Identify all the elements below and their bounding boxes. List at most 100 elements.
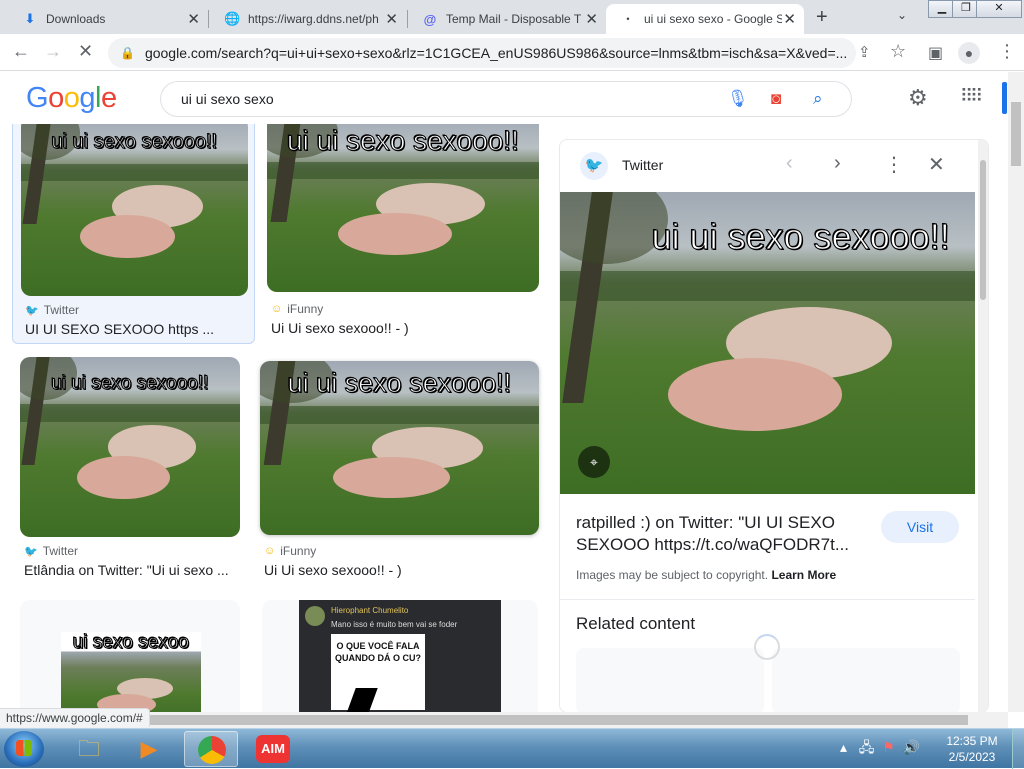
bookmark-star-icon[interactable]: ☆ bbox=[890, 41, 906, 62]
result-caption[interactable]: Ui Ui sexo sexooo!! - ) bbox=[271, 320, 536, 336]
panel-header: 🐦 Twitter ‹ › ⋮ ✕ bbox=[560, 140, 988, 192]
preview-image[interactable]: ui ui sexo sexooo!! ⌖ bbox=[560, 192, 975, 494]
result-caption[interactable]: Etlândia on Twitter: "Ui ui sexo ... bbox=[24, 562, 239, 578]
post-author: Hierophant Chumelito bbox=[331, 606, 409, 615]
media-player-icon: ▶ bbox=[140, 736, 158, 761]
meme-caption: ui ui sexo sexooo!! bbox=[287, 367, 512, 398]
new-tab-button[interactable]: + bbox=[816, 6, 828, 29]
meme-caption: ui ui sexo sexooo!! bbox=[51, 373, 209, 395]
explorer-taskbar-button[interactable]: 🗀 bbox=[62, 731, 116, 767]
share-icon[interactable]: ⇪ bbox=[858, 43, 871, 61]
tab-title: Downloads bbox=[46, 12, 106, 26]
source-name: iFunny bbox=[280, 544, 317, 558]
result-thumbnail[interactable]: ui ui sexo sexooo!! bbox=[267, 124, 539, 292]
post-text: Mano isso é muito bem vai se foder bbox=[331, 620, 458, 629]
image-result[interactable]: ui ui sexo sexooo!! ☺ iFunny Ui Ui sexo … bbox=[262, 124, 542, 344]
side-panel-icon[interactable]: ▣ bbox=[928, 43, 943, 63]
show-hidden-icons-icon[interactable]: ▴ bbox=[840, 739, 847, 755]
loading-spinner-icon bbox=[754, 634, 780, 660]
visit-button[interactable]: Visit bbox=[881, 511, 959, 543]
related-card[interactable] bbox=[576, 648, 764, 712]
close-window-button[interactable]: ✕ bbox=[976, 0, 1022, 18]
search-input[interactable]: ui ui sexo sexo 🎙 ◙ ⌕ bbox=[160, 81, 852, 117]
network-icon[interactable]: 🖧 bbox=[859, 739, 875, 755]
image-result[interactable]: Hierophant Chumelito Mano isso é muito b… bbox=[262, 600, 538, 712]
download-icon: ⬇ bbox=[24, 11, 36, 26]
chrome-taskbar-button[interactable] bbox=[184, 731, 238, 767]
microphone-icon[interactable]: 🎙 bbox=[727, 89, 749, 109]
meme-caption: ui ui sexo sexooo!! bbox=[51, 131, 218, 154]
image-result[interactable]: ui sexo sexoo bbox=[20, 600, 240, 712]
tab-downloads[interactable]: ⬇ Downloads ✕ bbox=[8, 4, 208, 34]
action-center-icon[interactable]: ⚑ bbox=[882, 739, 895, 755]
image-result[interactable]: ui ui sexo sexooo!! 🐦 Twitter Etlândia o… bbox=[12, 357, 252, 582]
page-horizontal-scrollbar[interactable] bbox=[0, 712, 1008, 728]
result-caption[interactable]: Ui Ui sexo sexooo!! - ) bbox=[264, 562, 534, 578]
address-bar[interactable]: 🔒 google.com/search?q=ui+ui+sexo+sexo&rl… bbox=[108, 38, 856, 68]
question-box: O QUE VOCÊ FALA QUANDO DÁ O CU? bbox=[331, 634, 425, 710]
more-options-icon[interactable]: ⋮ bbox=[884, 152, 904, 177]
panel-source-name[interactable]: Twitter bbox=[622, 157, 663, 173]
result-source[interactable]: 🐦 Twitter bbox=[24, 544, 78, 558]
more-menu-icon[interactable]: ⋮ bbox=[998, 41, 1016, 62]
page-vertical-scrollbar[interactable] bbox=[1008, 72, 1024, 712]
lock-icon[interactable]: 🔒 bbox=[120, 46, 135, 60]
next-chevron-icon[interactable]: › bbox=[834, 152, 841, 175]
tab-google-search[interactable]: • ui ui sexo sexo - Google S ✕ bbox=[606, 4, 804, 34]
image-preview-panel: 🐦 Twitter ‹ › ⋮ ✕ ui ui sexo sexooo!! ⌖ … bbox=[559, 139, 989, 713]
tab-title: https://iwarg.ddns.net/ph bbox=[248, 12, 379, 26]
google-logo[interactable]: Google bbox=[26, 82, 117, 115]
volume-icon[interactable]: 🔊 bbox=[902, 739, 919, 755]
google-header: Google ui ui sexo sexo 🎙 ◙ ⌕ ⚙ ⠿⠿ bbox=[0, 72, 1008, 124]
source-name: Twitter bbox=[42, 544, 79, 558]
show-desktop-button[interactable] bbox=[1012, 729, 1024, 769]
result-thumbnail[interactable]: ui sexo sexoo bbox=[61, 632, 201, 712]
close-icon[interactable]: ✕ bbox=[385, 10, 398, 28]
twitter-icon: 🐦 bbox=[25, 304, 39, 317]
close-icon[interactable]: ✕ bbox=[187, 10, 200, 28]
panel-title[interactable]: ratpilled :) on Twitter: "UI UI SEXO SEX… bbox=[576, 512, 876, 556]
image-result[interactable]: ui ui sexo sexooo!! 🐦 Twitter UI UI SEXO… bbox=[12, 124, 255, 344]
previous-chevron-icon[interactable]: ‹ bbox=[786, 152, 793, 175]
profile-avatar-icon[interactable]: ● bbox=[958, 42, 980, 64]
result-thumbnail[interactable]: ui ui sexo sexooo!! bbox=[20, 357, 240, 537]
result-source[interactable]: ☺ iFunny bbox=[264, 544, 316, 558]
tab-search-chevron-icon[interactable]: ⌄ bbox=[897, 8, 907, 22]
stop-loading-icon[interactable]: ✕ bbox=[78, 41, 93, 62]
result-thumbnail[interactable]: Hierophant Chumelito Mano isso é muito b… bbox=[299, 600, 501, 712]
start-button[interactable] bbox=[4, 731, 44, 767]
tab-temp-mail[interactable]: @ Temp Mail - Disposable T ✕ bbox=[408, 4, 606, 34]
aim-taskbar-button[interactable]: AIM bbox=[246, 731, 300, 767]
close-icon[interactable]: ✕ bbox=[928, 152, 945, 177]
close-icon[interactable]: ✕ bbox=[783, 10, 796, 28]
learn-more-link[interactable]: Learn More bbox=[771, 568, 836, 582]
gear-icon[interactable]: ⚙ bbox=[908, 85, 928, 111]
result-source[interactable]: 🐦 Twitter bbox=[25, 303, 79, 317]
twitter-icon[interactable]: 🐦 bbox=[580, 152, 608, 180]
search-icon[interactable]: ⌕ bbox=[813, 89, 823, 109]
clock-time: 12:35 PM bbox=[946, 734, 998, 748]
camera-lens-icon[interactable]: ◙ bbox=[771, 89, 781, 109]
tab-iwarg[interactable]: 🌐 https://iwarg.ddns.net/ph ✕ bbox=[210, 4, 406, 34]
forward-arrow-icon[interactable]: → bbox=[44, 41, 62, 62]
account-button-edge[interactable] bbox=[1002, 82, 1007, 114]
tab-title: ui ui sexo sexo - Google S bbox=[644, 12, 782, 26]
source-name: Twitter bbox=[43, 303, 80, 317]
panel-scrollbar[interactable] bbox=[978, 140, 988, 712]
result-caption[interactable]: UI UI SEXO SEXOOO https ... bbox=[25, 321, 247, 337]
status-url-tooltip: https://www.google.com/# bbox=[0, 708, 150, 727]
result-thumbnail[interactable]: ui ui sexo sexooo!! bbox=[21, 124, 248, 296]
result-thumbnail[interactable]: ui ui sexo sexooo!! bbox=[260, 361, 539, 535]
close-icon[interactable]: ✕ bbox=[585, 10, 598, 28]
windows-taskbar: 🗀 ▶ AIM ▴ 🖧 ⚑ 🔊 12:35 PM 2/5/2023 bbox=[0, 728, 1024, 769]
url-text: google.com/search?q=ui+ui+sexo+sexo&rlz=… bbox=[144, 45, 848, 61]
google-lens-icon[interactable]: ⌖ bbox=[578, 446, 610, 478]
media-player-taskbar-button[interactable]: ▶ bbox=[122, 731, 176, 767]
image-result[interactable]: ui ui sexo sexooo!! ☺ iFunny Ui Ui sexo … bbox=[256, 357, 546, 582]
back-arrow-icon[interactable]: ← bbox=[12, 41, 30, 62]
copyright-notice: Images may be subject to copyright. Lear… bbox=[576, 568, 836, 582]
result-source[interactable]: ☺ iFunny bbox=[271, 302, 323, 316]
related-card[interactable] bbox=[772, 648, 960, 712]
apps-grid-icon[interactable]: ⠿⠿ bbox=[960, 86, 983, 107]
clock[interactable]: 12:35 PM 2/5/2023 bbox=[940, 733, 1004, 765]
